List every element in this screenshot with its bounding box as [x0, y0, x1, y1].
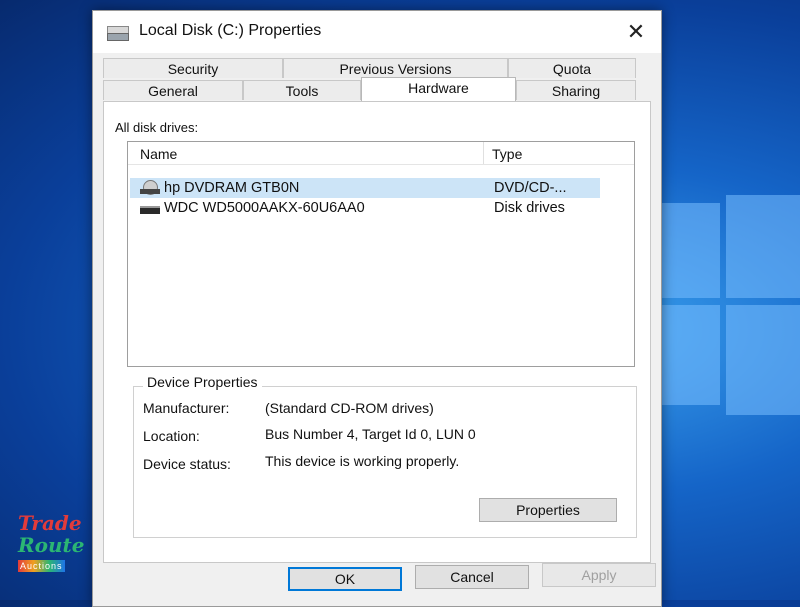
list-header: Name Type — [128, 142, 634, 165]
drive-name: hp DVDRAM GTB0N — [164, 180, 300, 196]
properties-dialog: Local Disk (C:) Properties ✕ Security Pr… — [92, 10, 662, 607]
list-item-dvd-drive[interactable]: hp DVDRAM GTB0N DVD/CD-... — [130, 178, 600, 198]
windows-logo-background — [660, 195, 800, 425]
section-label: All disk drives: — [115, 120, 199, 135]
device-status-value: This device is working properly. — [265, 453, 460, 469]
drive-name: WDC WD5000AAKX-60U6AA0 — [164, 200, 365, 216]
tab-security[interactable]: Security — [103, 58, 283, 78]
column-type-header[interactable]: Type — [492, 146, 522, 162]
device-properties-title: Device Properties — [143, 374, 262, 390]
close-button[interactable]: ✕ — [621, 17, 651, 47]
watermark-line-3: Auctions — [18, 560, 65, 572]
manufacturer-label: Manufacturer: — [143, 400, 230, 416]
watermark-line-1: Trade — [18, 511, 82, 535]
tab-quota[interactable]: Quota — [508, 58, 636, 78]
drive-type: Disk drives — [494, 200, 565, 216]
drive-type: DVD/CD-... — [494, 180, 567, 196]
window-title: Local Disk (C:) Properties — [139, 22, 322, 39]
tab-tools[interactable]: Tools — [243, 80, 361, 100]
drive-icon — [107, 26, 129, 41]
location-value: Bus Number 4, Target Id 0, LUN 0 — [265, 426, 476, 442]
tab-general[interactable]: General — [103, 80, 243, 100]
dvd-drive-icon — [140, 180, 160, 195]
disk-drives-list[interactable]: Name Type hp DVDRAM GTB0N DVD/CD-... WDC… — [127, 141, 635, 367]
title-bar: Local Disk (C:) Properties ✕ — [93, 11, 661, 53]
location-label: Location: — [143, 428, 200, 444]
tab-row-bottom: General Tools Hardware Sharing — [103, 77, 636, 101]
cancel-button[interactable]: Cancel — [415, 565, 529, 589]
ok-button[interactable]: OK — [288, 567, 402, 591]
list-item-hard-disk[interactable]: WDC WD5000AAKX-60U6AA0 Disk drives — [130, 198, 600, 218]
manufacturer-value: (Standard CD-ROM drives) — [265, 400, 434, 416]
column-name-header[interactable]: Name — [140, 146, 177, 162]
tab-hardware[interactable]: Hardware — [361, 77, 516, 101]
apply-button[interactable]: Apply — [542, 563, 656, 587]
properties-button[interactable]: Properties — [479, 498, 617, 522]
hard-disk-icon — [140, 202, 160, 214]
tab-row-top: Security Previous Versions Quota — [103, 58, 636, 78]
watermark-line-2: Route — [18, 533, 85, 557]
tab-previous-versions[interactable]: Previous Versions — [283, 58, 508, 78]
trade-route-auctions-watermark: Trade Route Auctions — [18, 512, 98, 584]
tab-sharing[interactable]: Sharing — [516, 80, 636, 100]
device-status-label: Device status: — [143, 456, 231, 472]
